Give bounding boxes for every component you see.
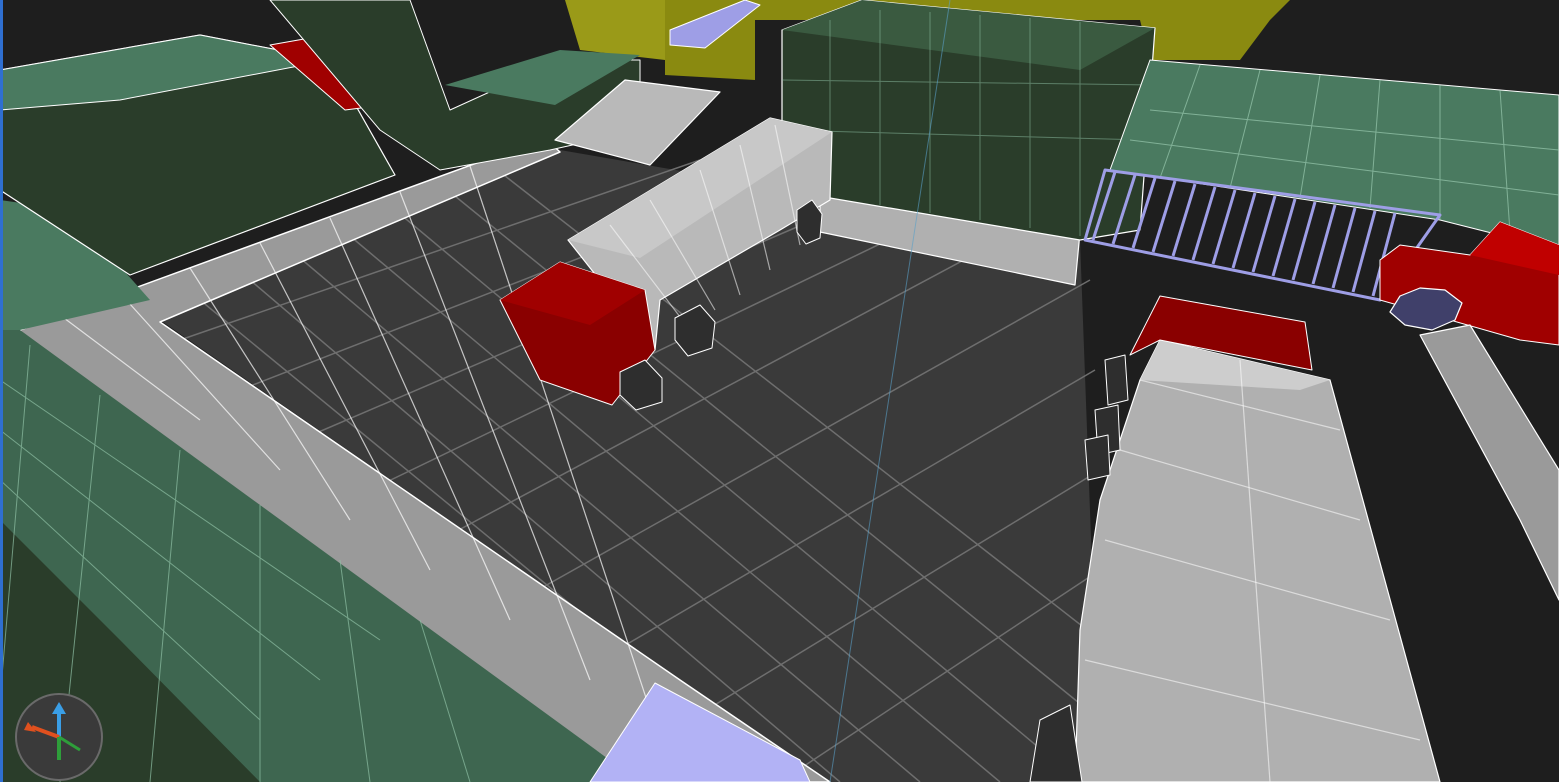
- axis-gizmo-icon[interactable]: [14, 692, 104, 782]
- scene-canvas[interactable]: [0, 0, 1559, 782]
- 3d-viewport[interactable]: [0, 0, 1559, 782]
- viewport-border: [0, 0, 3, 782]
